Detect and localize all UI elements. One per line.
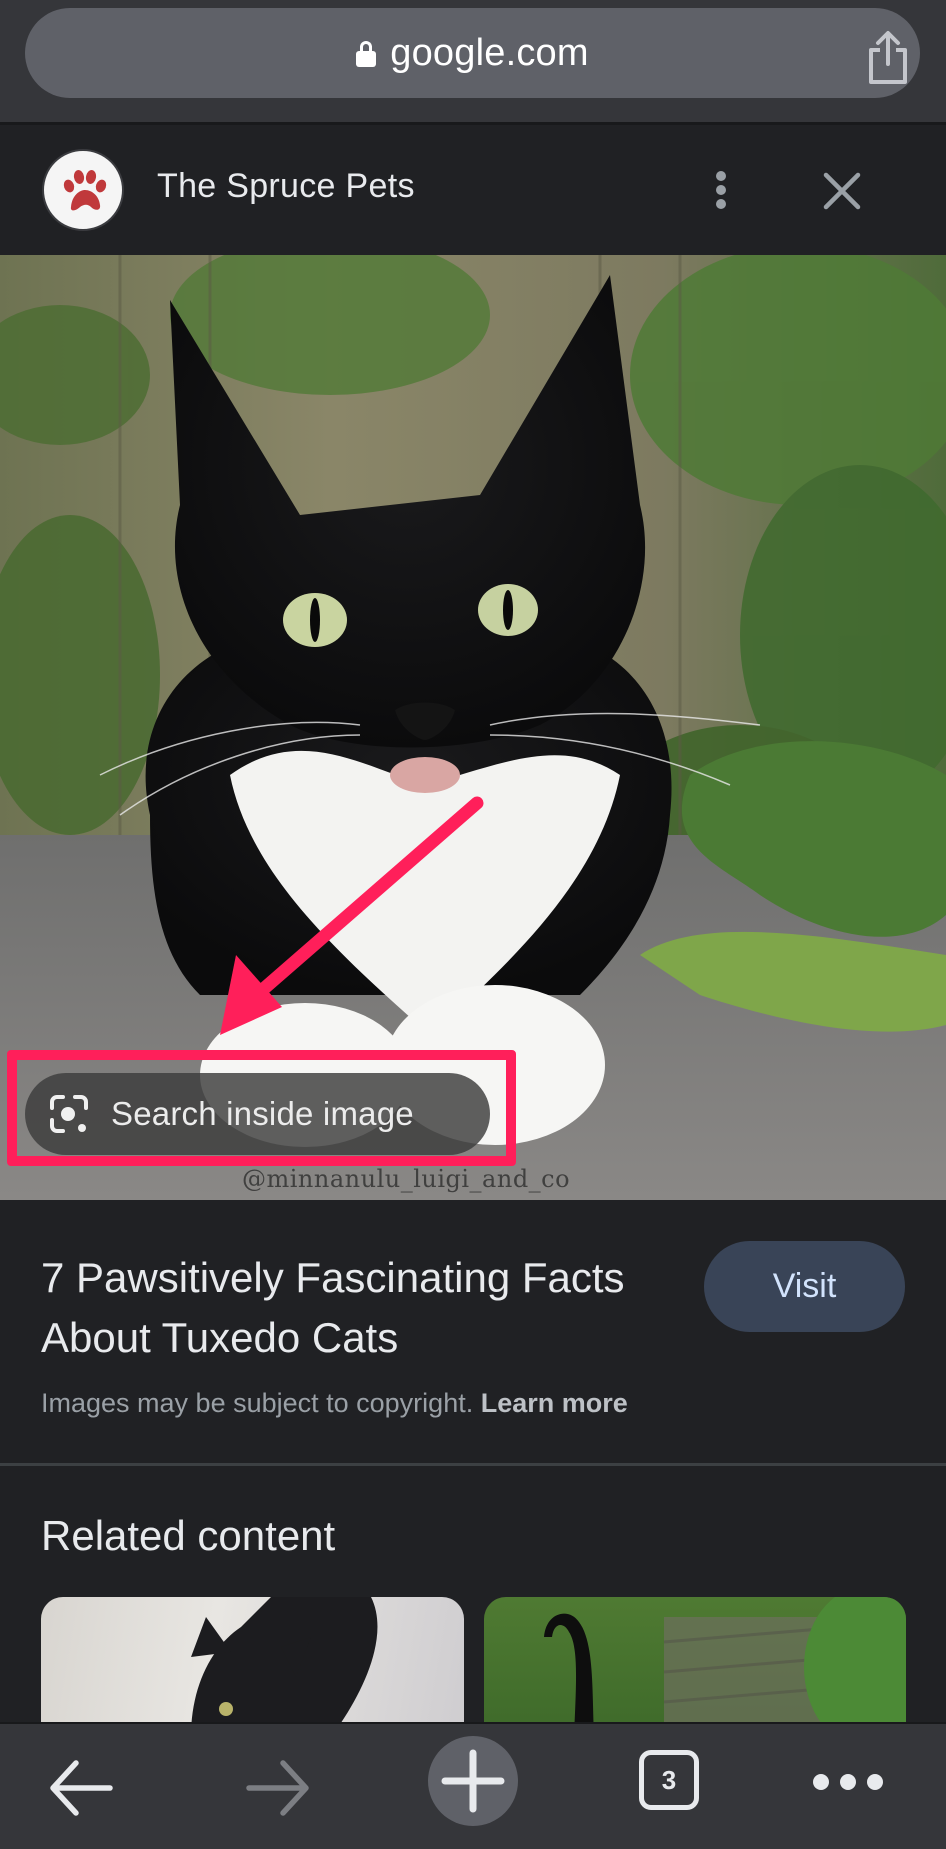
photo-watermark: @minnanulu_luigi_and_co bbox=[242, 1165, 571, 1193]
related-thumbnail-garden bbox=[544, 1597, 906, 1737]
image-viewer-header: The Spruce Pets bbox=[0, 125, 946, 255]
paw-icon bbox=[63, 170, 107, 211]
forward-button[interactable] bbox=[242, 1724, 314, 1849]
related-content-heading: Related content bbox=[41, 1512, 336, 1559]
url-text[interactable]: google.com bbox=[390, 32, 588, 75]
back-arrow-icon bbox=[50, 1759, 113, 1816]
site-logo[interactable] bbox=[42, 149, 124, 231]
tab-switcher-button[interactable]: 3 bbox=[639, 1750, 699, 1810]
share-button[interactable] bbox=[863, 30, 913, 86]
annotation-highlight-box bbox=[7, 1050, 516, 1166]
section-divider bbox=[0, 1463, 946, 1466]
result-info-panel: 7 Pawsitively Fascinating Facts About Tu… bbox=[0, 1200, 946, 1464]
tab-count: 3 bbox=[661, 1764, 677, 1795]
main-image[interactable]: @minnanulu_luigi_and_co Search inside im… bbox=[0, 255, 946, 1200]
related-card[interactable] bbox=[484, 1597, 906, 1737]
back-button[interactable] bbox=[45, 1724, 117, 1849]
forward-arrow-icon bbox=[246, 1759, 309, 1816]
learn-more-link[interactable]: Learn more bbox=[481, 1388, 628, 1418]
more-menu-button[interactable] bbox=[813, 1774, 883, 1790]
address-display[interactable]: google.com bbox=[25, 8, 920, 98]
more-horizontal-icon bbox=[813, 1774, 829, 1790]
copyright-notice: Images may be subject to copyright. Lear… bbox=[41, 1388, 628, 1419]
lock-icon bbox=[356, 41, 377, 67]
browser-bottom-toolbar: 3 bbox=[0, 1722, 946, 1849]
related-thumbnail-cat bbox=[191, 1597, 378, 1737]
visit-button[interactable]: Visit bbox=[704, 1241, 905, 1332]
more-vertical-icon bbox=[716, 171, 726, 181]
close-icon bbox=[823, 172, 861, 210]
address-bar[interactable]: google.com bbox=[25, 8, 920, 98]
copyright-text: Images may be subject to copyright. bbox=[41, 1388, 474, 1418]
result-title[interactable]: 7 Pawsitively Fascinating Facts About Tu… bbox=[41, 1248, 641, 1368]
plus-icon bbox=[441, 1749, 505, 1813]
new-tab-button[interactable] bbox=[428, 1736, 518, 1826]
close-button[interactable] bbox=[820, 169, 864, 213]
browser-top-bar: google.com bbox=[0, 0, 946, 123]
share-icon bbox=[869, 31, 907, 84]
site-name[interactable]: The Spruce Pets bbox=[157, 167, 415, 206]
related-card[interactable] bbox=[41, 1597, 464, 1737]
more-options-button[interactable] bbox=[706, 167, 736, 213]
